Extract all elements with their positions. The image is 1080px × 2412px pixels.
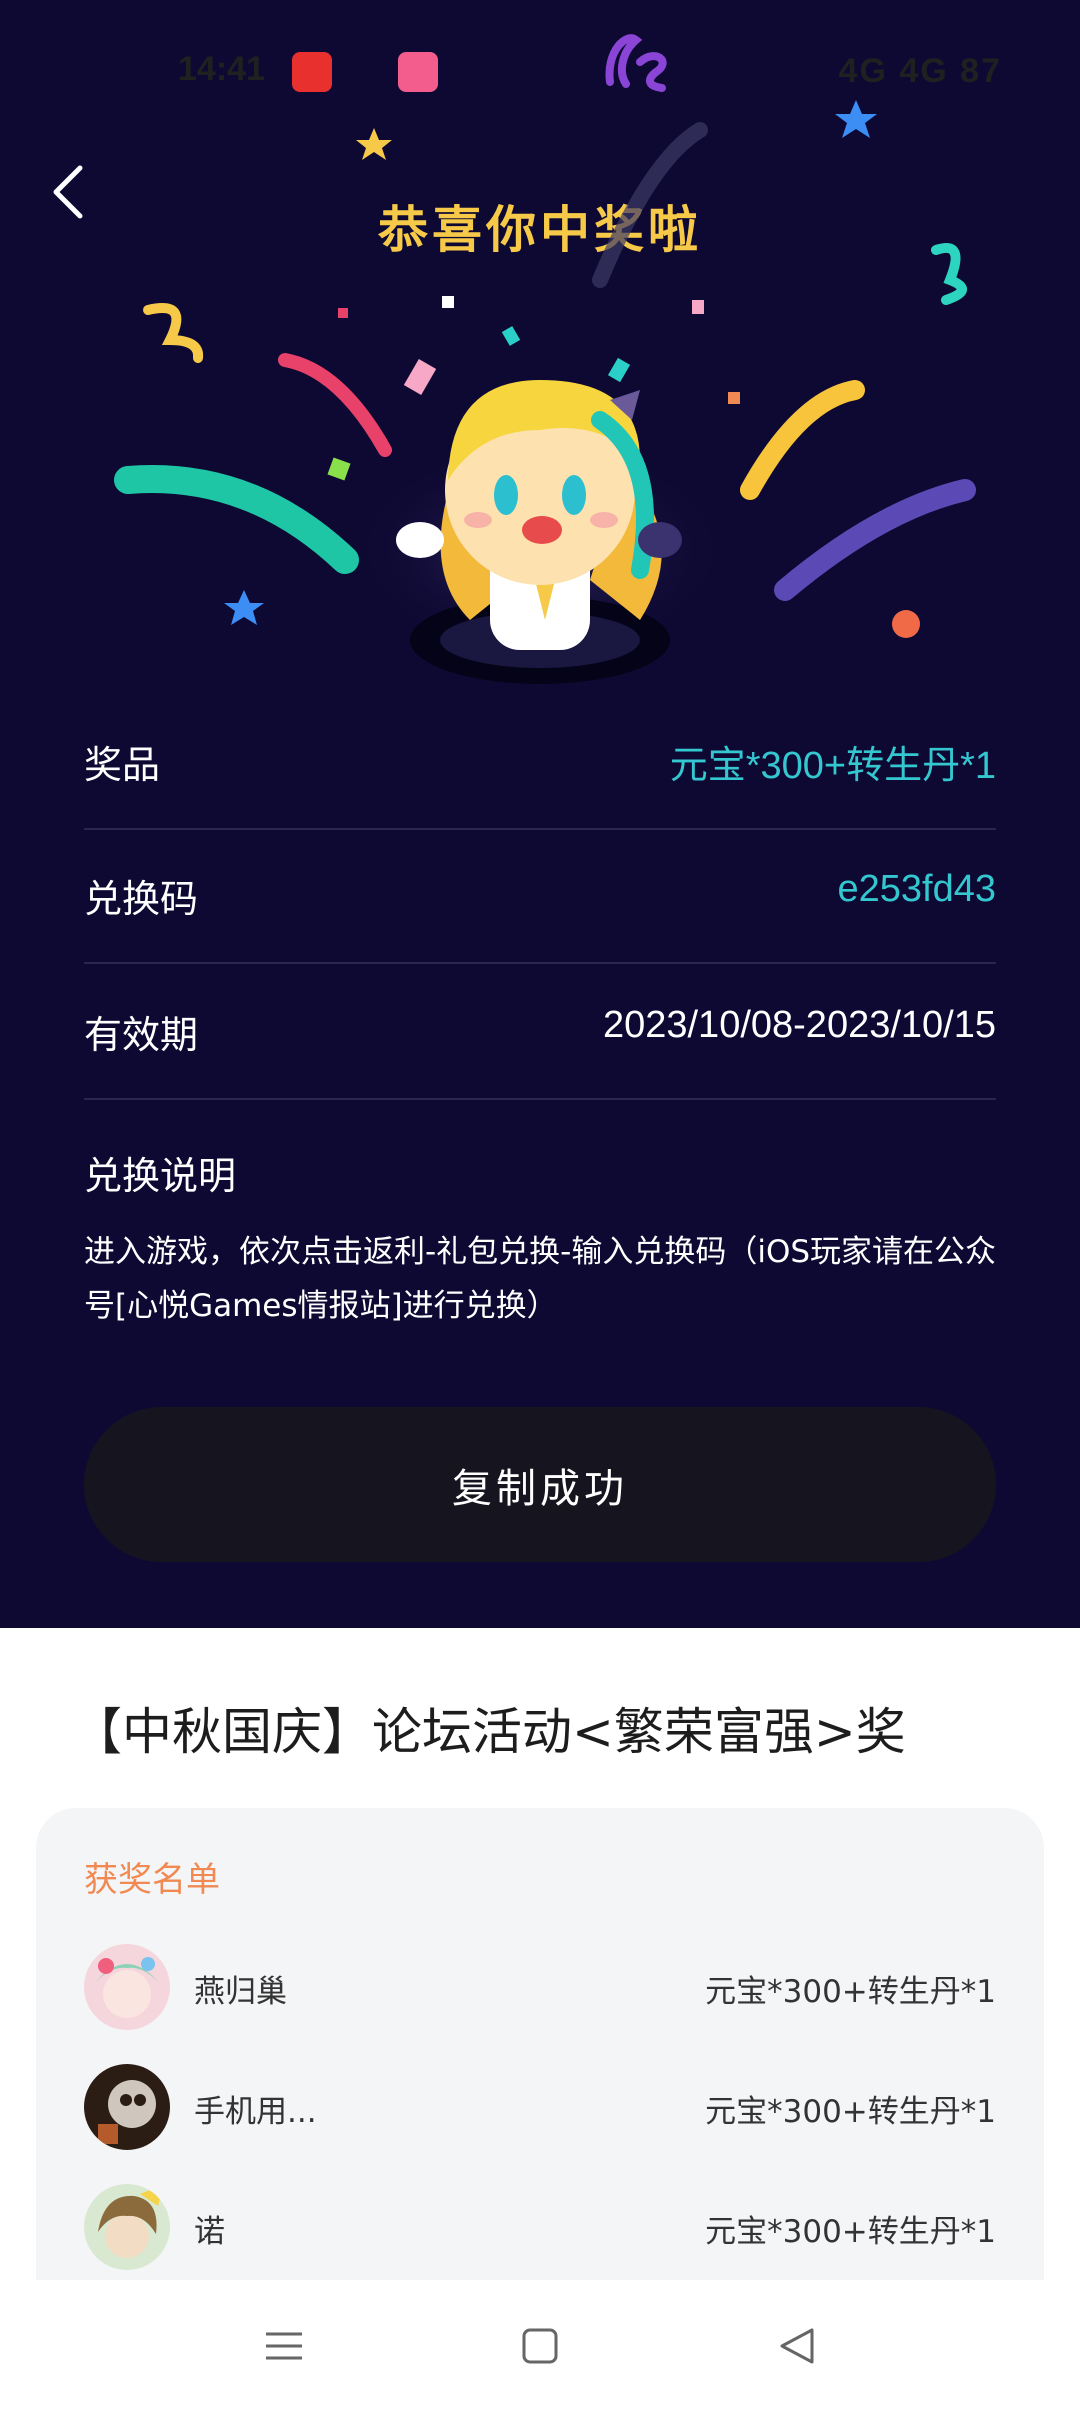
logo-icon (605, 34, 667, 92)
instructions-text: 进入游戏，依次点击返利-礼包兑换-输入兑换码（iOS玩家请在公众号[心悦Game… (84, 1234, 997, 1324)
winner-prize: 元宝*300+转生丹*1 (705, 2094, 996, 2130)
winner-name: 诺 (194, 2214, 225, 2250)
prize-hero-section: 14:41 4G 4G 87 恭喜你中奖啦 奖品 元宝*300+转生丹*1 兑换… (0, 0, 1080, 1628)
winner-list-item[interactable]: 手机用... 元宝*300+转生丹*1 (84, 2064, 996, 2154)
winner-list-item[interactable]: 诺 元宝*300+转生丹*1 (84, 2184, 996, 2274)
redeem-code-value[interactable]: e253fd43 (838, 868, 997, 911)
validity-label: 有效期 (84, 1013, 199, 1057)
winner-name: 燕归巢 (194, 1974, 287, 2010)
winner-prize: 元宝*300+转生丹*1 (705, 1974, 996, 2010)
home-icon[interactable] (510, 2316, 570, 2376)
winner-name: 手机用... (194, 2094, 317, 2130)
instructions-title: 兑换说明 (84, 1154, 237, 1198)
event-title[interactable]: 【中秋国庆】论坛活动<繁荣富强>奖 (72, 1692, 1072, 1764)
prize-value: 元宝*300+转生丹*1 (669, 745, 996, 787)
winner-list-item[interactable]: 燕归巢 元宝*300+转生丹*1 (84, 1944, 996, 2034)
copy-code-button[interactable]: 复制成功 (84, 1407, 996, 1562)
menu-icon[interactable] (254, 2316, 314, 2376)
validity-value: 2023/10/08-2023/10/15 (602, 1004, 996, 1046)
validity-row: 有效期 2023/10/08-2023/10/15 (84, 966, 996, 1100)
winners-card: 获奖名单 燕归巢 元宝*300+转生丹*1 手机用... 元宝*300+转生丹*… (36, 1808, 1044, 2280)
prize-label: 奖品 (84, 743, 161, 787)
status-time: 14:41 (178, 50, 265, 88)
winners-title: 获奖名单 (84, 1860, 220, 1900)
avatar[interactable] (84, 1944, 170, 2030)
redeem-code-row[interactable]: 兑换码 e253fd43 (84, 830, 996, 964)
prize-row: 奖品 元宝*300+转生丹*1 (84, 696, 996, 830)
celebration-mascot-illustration (114, 100, 976, 684)
status-indicators: 4G 4G 87 (838, 52, 1002, 90)
redeem-code-label: 兑换码 (84, 877, 199, 921)
avatar[interactable] (84, 2184, 170, 2270)
bilibili-notification-icon (398, 52, 438, 92)
avatar[interactable] (84, 2064, 170, 2150)
winner-prize: 元宝*300+转生丹*1 (705, 2214, 996, 2250)
system-navigation-bar (0, 2280, 1080, 2412)
notification-app-icon (292, 52, 332, 92)
back-triangle-icon[interactable] (768, 2316, 828, 2376)
